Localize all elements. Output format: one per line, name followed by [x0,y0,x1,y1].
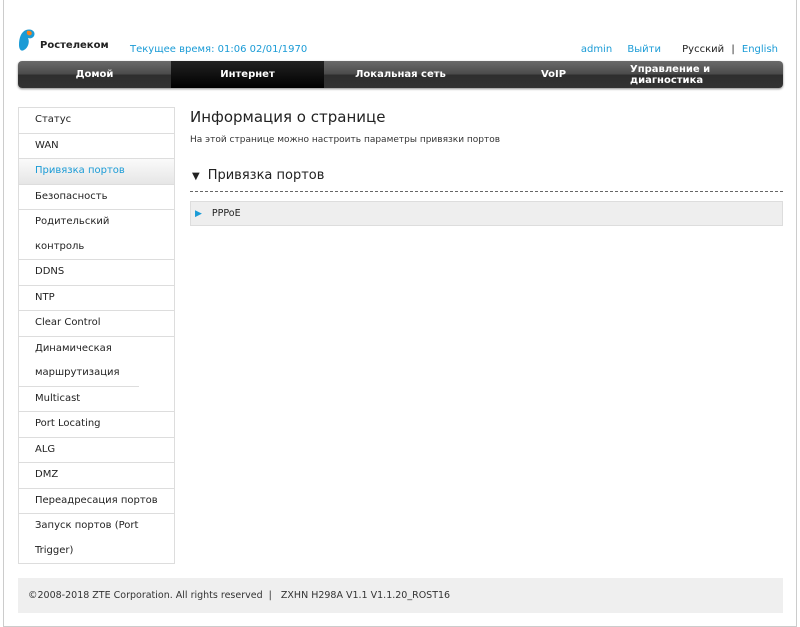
sidebar-item-ddns[interactable]: DDNS [19,260,174,286]
sidebar-item-port-locating[interactable]: Port Locating [19,412,174,438]
sidebar-item-ntp[interactable]: NTP [19,286,174,311]
section-header[interactable]: ▼ Привязка портов [190,168,783,192]
sidebar-item-clear-control[interactable]: Clear Control [19,311,174,337]
sidebar-item-parental-control[interactable]: Родительский контроль [19,210,174,260]
nav-lan[interactable]: Локальная сеть [324,61,477,88]
sidebar-item-port-forwarding[interactable]: Переадресация портов [19,489,174,514]
nav-internet[interactable]: Интернет [171,61,324,88]
sidebar: Статус WAN Привязка портов Безопасность … [18,107,175,564]
nav-management[interactable]: Управление и диагностика [630,61,783,88]
sidebar-item-dynamic-routing[interactable]: Динамическая маршрутизация [19,337,139,387]
current-time: Текущее время: 01:06 02/01/1970 [130,44,308,55]
section-title: Привязка портов [207,168,325,183]
pppoe-item[interactable]: ▶ PPPoE [190,201,783,226]
expand-triangle-icon: ▶ [195,208,202,219]
logout-link[interactable]: Выйти [627,44,661,55]
logo-text: Ростелеком [40,40,109,51]
user-link[interactable]: admin [581,44,612,55]
sidebar-item-wan[interactable]: WAN [19,134,174,159]
lang-separator: | [731,44,735,55]
page-title: Информация о странице [190,108,386,126]
sidebar-item-multicast[interactable]: Multicast [19,387,174,412]
sidebar-item-alg[interactable]: ALG [19,438,174,463]
footer: ©2008-2018 ZTE Corporation. All rights r… [18,578,783,613]
lang-english[interactable]: English [742,44,778,55]
sidebar-item-status[interactable]: Статус [19,108,174,134]
page-description: На этой странице можно настроить парамет… [190,135,501,145]
collapse-triangle-icon: ▼ [192,171,200,182]
sidebar-item-port-trigger[interactable]: Запуск портов (Port Trigger) [19,514,159,563]
nav-home[interactable]: Домой [18,61,171,88]
sidebar-item-security[interactable]: Безопасность [19,185,174,210]
pppoe-label: PPPoE [211,208,241,219]
nav-voip[interactable]: VoIP [477,61,630,88]
main-nav: Домой Интернет Локальная сеть VoIP Управ… [18,61,783,88]
lang-russian[interactable]: Русский [682,44,724,55]
sidebar-item-dmz[interactable]: DMZ [19,463,174,489]
sidebar-item-port-binding[interactable]: Привязка портов [19,159,174,185]
